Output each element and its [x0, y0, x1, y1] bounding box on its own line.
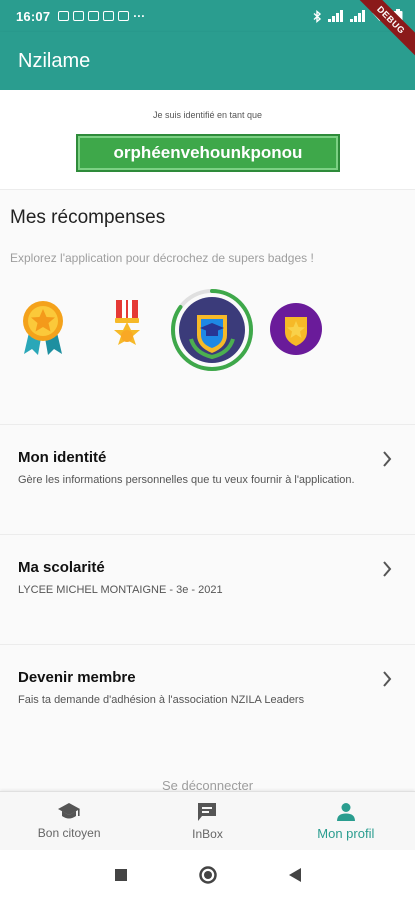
item-description: Gère les informations personnelles que t…	[18, 474, 355, 486]
notification-icon	[58, 11, 70, 21]
nav-inbox[interactable]: InBox	[138, 792, 276, 850]
username: orphéenvehounkponou	[113, 143, 303, 162]
membership-item[interactable]: Devenir membre Fais ta demande d'adhésio…	[0, 644, 415, 754]
identity-caption: Je suis identifié en tant que	[152, 110, 263, 120]
military-medal-icon[interactable]	[106, 300, 148, 361]
recents-icon[interactable]	[114, 868, 128, 882]
rewards-title: Mes récompenses	[10, 207, 166, 228]
signal-icon	[350, 10, 365, 22]
graduation-cap-icon	[58, 803, 81, 819]
nav-mon-profil[interactable]: Mon profil	[277, 792, 415, 850]
app-bar: Nzilame	[0, 32, 415, 90]
chevron-right-icon	[383, 451, 392, 467]
nav-label: InBox	[192, 827, 223, 841]
home-icon[interactable]	[198, 865, 218, 885]
police-badge-icon[interactable]	[269, 302, 323, 361]
notification-icon	[118, 11, 130, 21]
schooling-item[interactable]: Ma scolarité LYCEE MICHEL MONTAIGNE - 3e…	[0, 534, 415, 644]
notification-icon	[103, 11, 115, 21]
rewards-subtitle: Explorez l'application pour décrochez de…	[10, 251, 314, 265]
item-description: Fais ta demande d'adhésion à l'associati…	[18, 694, 305, 706]
screen: 16:07 ··· DEBUG Nzilame Je suis identifi…	[0, 0, 415, 900]
item-title: Mon identité	[18, 449, 107, 466]
inbox-icon	[198, 803, 217, 821]
signal-icon	[328, 10, 343, 22]
nav-label: Bon citoyen	[37, 826, 101, 840]
notification-icon	[88, 11, 100, 21]
notification-icons: ···	[58, 9, 146, 23]
medal-ribbon-icon[interactable]	[20, 300, 66, 361]
item-title: Ma scolarité	[18, 559, 105, 576]
status-time: 16:07	[16, 8, 51, 24]
notification-icon	[73, 11, 85, 21]
item-title: Devenir membre	[18, 669, 136, 686]
app-title: Nzilame	[18, 49, 91, 72]
person-icon	[336, 802, 355, 821]
status-bar: 16:07 ··· DEBUG	[0, 0, 415, 62]
system-navigation-bar	[0, 850, 415, 900]
username-badge: orphéenvehounkponou	[76, 134, 340, 172]
bottom-navigation: Bon citoyen InBox Mon profil	[0, 791, 415, 850]
chevron-right-icon	[383, 561, 392, 577]
item-description: LYCEE MICHEL MONTAIGNE - 3e - 2021	[18, 584, 223, 596]
identity-item[interactable]: Mon identité Gère les informations perso…	[0, 424, 415, 534]
more-notifications-icon: ···	[133, 9, 146, 23]
graduation-shield-badge-icon[interactable]	[169, 287, 255, 378]
nav-bon-citoyen[interactable]: Bon citoyen	[0, 792, 138, 850]
chevron-right-icon	[383, 671, 392, 687]
bluetooth-icon	[313, 9, 322, 23]
nav-label: Mon profil	[317, 825, 375, 841]
back-icon[interactable]	[288, 867, 302, 883]
